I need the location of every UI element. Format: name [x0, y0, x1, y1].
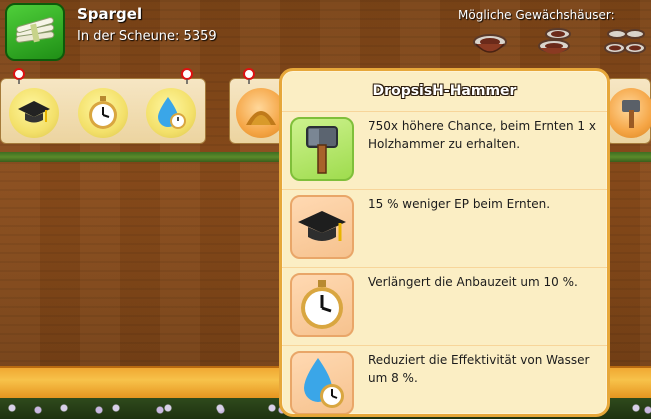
wooden-hammer-icon — [290, 117, 354, 181]
pin-icon — [243, 68, 255, 84]
asparagus-icon[interactable] — [5, 3, 65, 61]
tooltip-effect-row: 15 % weniger EP beim Ernten. — [282, 189, 607, 267]
boost-slot-water[interactable] — [146, 88, 196, 138]
pin-icon — [13, 68, 25, 84]
greenhouse-pot-group-icon[interactable] — [603, 26, 647, 62]
tooltip-effect-text: 15 % weniger EP beim Ernten. — [368, 197, 551, 211]
boost-slot-hammer[interactable] — [608, 88, 651, 138]
tooltip-effect-text: Reduziert die Effektivität von Wasser um… — [368, 353, 590, 385]
barn-count: In der Scheune: 5359 — [77, 29, 217, 44]
water-drop-clock-icon — [158, 97, 186, 129]
stopwatch-icon — [290, 273, 354, 337]
water-drop-clock-icon — [290, 351, 354, 414]
product-name: Spargel — [77, 5, 143, 23]
hammer-icon — [622, 100, 640, 128]
grain-pile-icon — [246, 111, 276, 125]
item-tooltip: DropsisH-Hammer 750x höhere Chance, beim… — [279, 68, 610, 417]
graduation-cap-icon — [18, 101, 50, 123]
tooltip-title: DropsisH-Hammer — [372, 83, 517, 99]
greenhouses-label: Mögliche Gewächshäuser: — [458, 8, 615, 22]
greenhouse-pot-pair-icon[interactable] — [534, 26, 578, 60]
stopwatch-icon — [89, 96, 117, 129]
graduation-cap-icon — [290, 195, 354, 259]
tooltip-effect-text: Verlängert die Anbauzeit um 10 %. — [368, 275, 578, 289]
tooltip-effect-row: 750x höhere Chance, beim Ernten 1 x Holz… — [282, 111, 607, 189]
boost-slot-stopwatch[interactable] — [78, 88, 128, 138]
pin-icon — [181, 68, 193, 84]
tooltip-effect-row: Verlängert die Anbauzeit um 10 %. — [282, 267, 607, 345]
tooltip-effect-row: Reduziert die Effektivität von Wasser um… — [282, 345, 607, 414]
tooltip-effect-text: 750x höhere Chance, beim Ernten 1 x Holz… — [368, 119, 596, 151]
greenhouse-pot-icon[interactable] — [470, 30, 510, 60]
boost-slot-cap[interactable] — [9, 88, 59, 138]
